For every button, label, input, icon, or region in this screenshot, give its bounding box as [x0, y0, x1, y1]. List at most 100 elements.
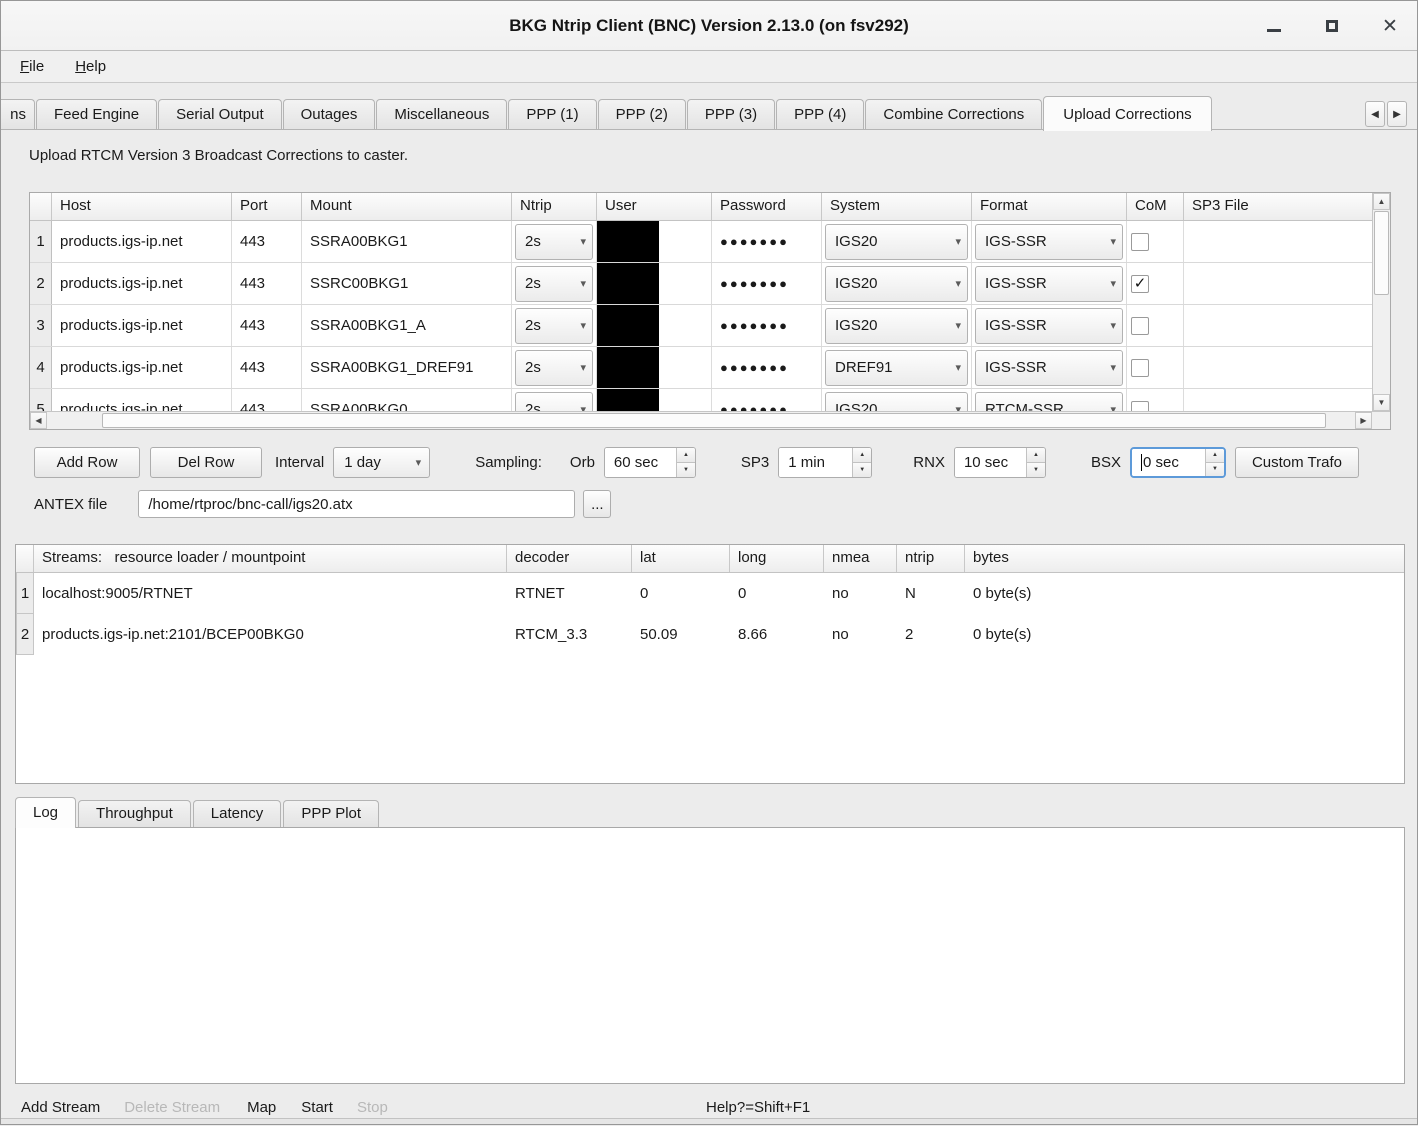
menu-file[interactable]: File	[18, 56, 46, 77]
tab-latency[interactable]: Latency	[193, 800, 282, 827]
tab-miscellaneous[interactable]: Miscellaneous	[376, 99, 507, 130]
row-number[interactable]: 4	[30, 347, 52, 388]
antex-file-input[interactable]: /home/rtproc/bnc-call/igs20.atx	[138, 490, 575, 518]
com-checkbox[interactable]	[1131, 359, 1149, 377]
tab-serial-output[interactable]: Serial Output	[158, 99, 282, 130]
row-number[interactable]: 3	[30, 305, 52, 346]
del-row-button[interactable]: Del Row	[150, 447, 262, 478]
user-cell[interactable]	[597, 263, 712, 304]
tab-ppp-2[interactable]: PPP (2)	[598, 99, 686, 130]
port-cell[interactable]: 443	[232, 263, 302, 304]
sp3-file-cell[interactable]	[1184, 347, 1372, 388]
header-password[interactable]: Password	[712, 193, 822, 220]
ntrip-version-select[interactable]: 2s ▾	[515, 224, 593, 260]
ntrip-version-select[interactable]: 2s ▾	[515, 308, 593, 344]
port-cell[interactable]: 443	[232, 347, 302, 388]
host-cell[interactable]: products.igs-ip.net	[52, 263, 232, 304]
password-cell[interactable]: ●●●●●●●	[712, 263, 822, 304]
system-select[interactable]: IGS20 ▾	[825, 392, 968, 414]
stream-row-number[interactable]: 1	[16, 573, 34, 614]
scroll-down-button[interactable]: ▼	[1373, 394, 1390, 411]
map-button[interactable]: Map	[247, 1099, 276, 1116]
format-select[interactable]: RTCM-SSR ▾	[975, 392, 1123, 414]
tab-upload-corrections[interactable]: Upload Corrections	[1043, 96, 1211, 131]
password-cell[interactable]: ●●●●●●●	[712, 305, 822, 346]
custom-trafo-button[interactable]: Custom Trafo	[1235, 447, 1359, 478]
tab-ppp-3[interactable]: PPP (3)	[687, 99, 775, 130]
com-checkbox[interactable]	[1131, 317, 1149, 335]
scroll-right-button[interactable]: ▶	[1355, 412, 1372, 429]
stream-ntrip[interactable]: 2	[897, 614, 965, 655]
header-host[interactable]: Host	[52, 193, 232, 220]
streams-header-bytes[interactable]: bytes	[965, 545, 1404, 572]
stream-long[interactable]: 0	[730, 573, 824, 614]
streams-header-mountpoint[interactable]: Streams: resource loader / mountpoint	[34, 545, 507, 572]
com-checkbox-checked[interactable]: ✓	[1131, 275, 1149, 293]
format-select[interactable]: IGS-SSR ▾	[975, 350, 1123, 386]
stream-bytes[interactable]: 0 byte(s)	[965, 614, 1031, 655]
mount-cell[interactable]: SSRA00BKG1_DREF91	[302, 347, 512, 388]
stream-long[interactable]: 8.66	[730, 614, 824, 655]
header-port[interactable]: Port	[232, 193, 302, 220]
add-row-button[interactable]: Add Row	[34, 447, 140, 478]
port-cell[interactable]: 443	[232, 305, 302, 346]
sp3-file-cell[interactable]	[1184, 221, 1372, 262]
row-number[interactable]: 5	[30, 389, 52, 413]
spin-up-icon[interactable]: ▲	[677, 448, 695, 463]
user-cell[interactable]	[597, 347, 712, 388]
row-number[interactable]: 2	[30, 263, 52, 304]
streams-header-nmea[interactable]: nmea	[824, 545, 897, 572]
header-com[interactable]: CoM	[1127, 193, 1184, 220]
spin-down-icon[interactable]: ▼	[1027, 463, 1045, 477]
tab-outages[interactable]: Outages	[283, 99, 376, 130]
tab-clipped[interactable]: ns	[1, 99, 35, 130]
header-ntrip[interactable]: Ntrip	[512, 193, 597, 220]
ntrip-version-select[interactable]: 2s ▾	[515, 350, 593, 386]
system-select[interactable]: IGS20 ▾	[825, 266, 968, 302]
user-cell[interactable]	[597, 221, 712, 262]
scroll-left-button[interactable]: ◀	[30, 412, 47, 429]
stream-nmea[interactable]: no	[824, 614, 897, 655]
system-select[interactable]: DREF91 ▾	[825, 350, 968, 386]
header-system[interactable]: System	[822, 193, 972, 220]
tab-scroll-right-button[interactable]: ▶	[1387, 101, 1407, 127]
streams-header-ntrip[interactable]: ntrip	[897, 545, 965, 572]
horizontal-scrollbar-thumb[interactable]	[102, 413, 1326, 428]
password-cell[interactable]: ●●●●●●●	[712, 389, 822, 413]
stream-lat[interactable]: 50.09	[632, 614, 730, 655]
spin-up-icon[interactable]: ▲	[1206, 449, 1224, 463]
password-cell[interactable]: ●●●●●●●	[712, 347, 822, 388]
host-cell[interactable]: products.igs-ip.net	[52, 347, 232, 388]
scroll-up-button[interactable]: ▲	[1373, 193, 1390, 210]
header-mount[interactable]: Mount	[302, 193, 512, 220]
com-checkbox[interactable]	[1131, 233, 1149, 251]
tab-feed-engine[interactable]: Feed Engine	[36, 99, 157, 130]
row-number[interactable]: 1	[30, 221, 52, 262]
stream-ntrip[interactable]: N	[897, 573, 965, 614]
user-cell[interactable]	[597, 305, 712, 346]
tab-ppp-4[interactable]: PPP (4)	[776, 99, 864, 130]
stream-decoder[interactable]: RTCM_3.3	[507, 614, 632, 655]
sp3-spinbox[interactable]: 1 min ▲ ▼	[778, 447, 872, 478]
tab-throughput[interactable]: Throughput	[78, 800, 191, 827]
vertical-scrollbar[interactable]: ▲ ▼	[1372, 193, 1390, 411]
maximize-button[interactable]	[1319, 13, 1345, 39]
tab-scroll-left-button[interactable]: ◀	[1365, 101, 1385, 127]
host-cell[interactable]: products.igs-ip.net	[52, 305, 232, 346]
password-cell[interactable]: ●●●●●●●	[712, 221, 822, 262]
tab-log[interactable]: Log	[15, 797, 76, 828]
stream-mountpoint[interactable]: localhost:9005/RTNET	[34, 573, 507, 614]
stream-decoder[interactable]: RTNET	[507, 573, 632, 614]
system-select[interactable]: IGS20 ▾	[825, 308, 968, 344]
header-sp3-file[interactable]: SP3 File	[1184, 193, 1372, 220]
streams-header-long[interactable]: long	[730, 545, 824, 572]
header-format[interactable]: Format	[972, 193, 1127, 220]
ntrip-version-select[interactable]: 2s ▾	[515, 392, 593, 414]
spin-up-icon[interactable]: ▲	[1027, 448, 1045, 463]
user-cell[interactable]	[597, 389, 712, 413]
ntrip-version-select[interactable]: 2s ▾	[515, 266, 593, 302]
rnx-spinbox[interactable]: 10 sec ▲ ▼	[954, 447, 1046, 478]
system-select[interactable]: IGS20 ▾	[825, 224, 968, 260]
stream-bytes[interactable]: 0 byte(s)	[965, 573, 1031, 614]
horizontal-scrollbar[interactable]: ◀ ▶	[30, 411, 1390, 429]
